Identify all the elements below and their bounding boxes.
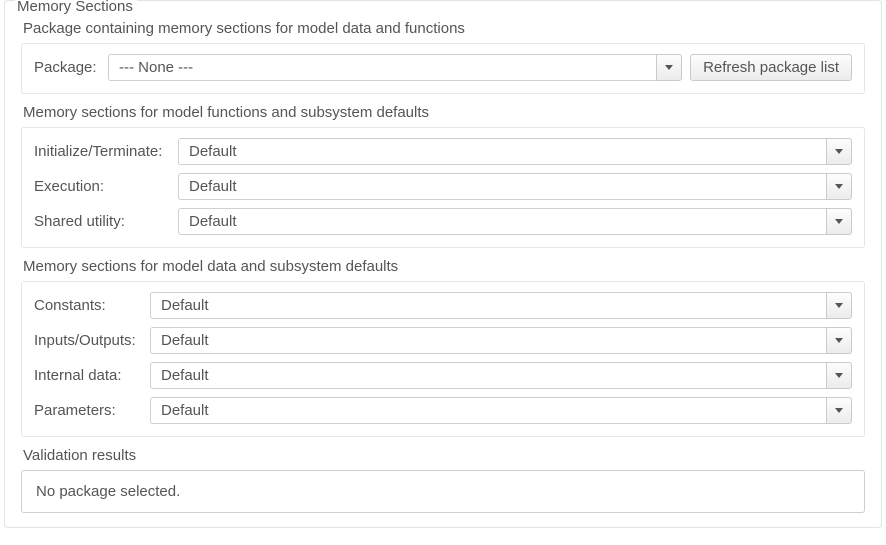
caret-down-icon: [835, 184, 843, 189]
package-select-button[interactable]: [656, 54, 682, 81]
memory-sections-panel: Memory Sections Package containing memor…: [4, 0, 882, 528]
constants-select[interactable]: Default: [150, 292, 852, 319]
validation-results-box: No package selected.: [21, 470, 865, 513]
shared-utility-value: Default: [178, 208, 826, 235]
caret-down-icon: [835, 303, 843, 308]
inputs-outputs-button[interactable]: [826, 327, 852, 354]
panel-title: Memory Sections: [15, 0, 137, 15]
package-label: Package:: [34, 59, 108, 76]
validation-message: No package selected.: [36, 483, 180, 500]
shared-utility-select[interactable]: Default: [178, 208, 852, 235]
execution-label: Execution:: [34, 178, 178, 195]
internal-data-select[interactable]: Default: [150, 362, 852, 389]
internal-data-button[interactable]: [826, 362, 852, 389]
package-row: Package: --- None --- Refresh package li…: [34, 54, 852, 81]
caret-down-icon: [835, 219, 843, 224]
inputs-outputs-value: Default: [150, 327, 826, 354]
constants-label: Constants:: [34, 297, 150, 314]
data-box: Constants: Default Inputs/Outputs: Defau…: [21, 281, 865, 437]
caret-down-icon: [665, 65, 673, 70]
execution-select[interactable]: Default: [178, 173, 852, 200]
refresh-package-list-button[interactable]: Refresh package list: [690, 54, 852, 81]
shared-utility-button[interactable]: [826, 208, 852, 235]
internal-data-row: Internal data: Default: [34, 362, 852, 389]
caret-down-icon: [835, 373, 843, 378]
inputs-outputs-row: Inputs/Outputs: Default: [34, 327, 852, 354]
parameters-select[interactable]: Default: [150, 397, 852, 424]
inputs-outputs-select[interactable]: Default: [150, 327, 852, 354]
initialize-terminate-button[interactable]: [826, 138, 852, 165]
internal-data-value: Default: [150, 362, 826, 389]
section-title-functions: Memory sections for model functions and …: [23, 104, 871, 121]
execution-value: Default: [178, 173, 826, 200]
parameters-label: Parameters:: [34, 402, 150, 419]
internal-data-label: Internal data:: [34, 367, 150, 384]
caret-down-icon: [835, 408, 843, 413]
caret-down-icon: [835, 149, 843, 154]
execution-row: Execution: Default: [34, 173, 852, 200]
inputs-outputs-label: Inputs/Outputs:: [34, 332, 150, 349]
functions-box: Initialize/Terminate: Default Execution:…: [21, 127, 865, 248]
section-title-validation: Validation results: [23, 447, 871, 464]
section-title-package: Package containing memory sections for m…: [23, 20, 871, 37]
package-select[interactable]: --- None ---: [108, 54, 682, 81]
initialize-terminate-select[interactable]: Default: [178, 138, 852, 165]
parameters-button[interactable]: [826, 397, 852, 424]
constants-value: Default: [150, 292, 826, 319]
execution-button[interactable]: [826, 173, 852, 200]
constants-button[interactable]: [826, 292, 852, 319]
shared-utility-label: Shared utility:: [34, 213, 178, 230]
initialize-terminate-row: Initialize/Terminate: Default: [34, 138, 852, 165]
parameters-value: Default: [150, 397, 826, 424]
initialize-terminate-label: Initialize/Terminate:: [34, 143, 178, 160]
shared-utility-row: Shared utility: Default: [34, 208, 852, 235]
constants-row: Constants: Default: [34, 292, 852, 319]
section-title-data: Memory sections for model data and subsy…: [23, 258, 871, 275]
package-select-value: --- None ---: [108, 54, 656, 81]
parameters-row: Parameters: Default: [34, 397, 852, 424]
package-box: Package: --- None --- Refresh package li…: [21, 43, 865, 94]
caret-down-icon: [835, 338, 843, 343]
initialize-terminate-value: Default: [178, 138, 826, 165]
